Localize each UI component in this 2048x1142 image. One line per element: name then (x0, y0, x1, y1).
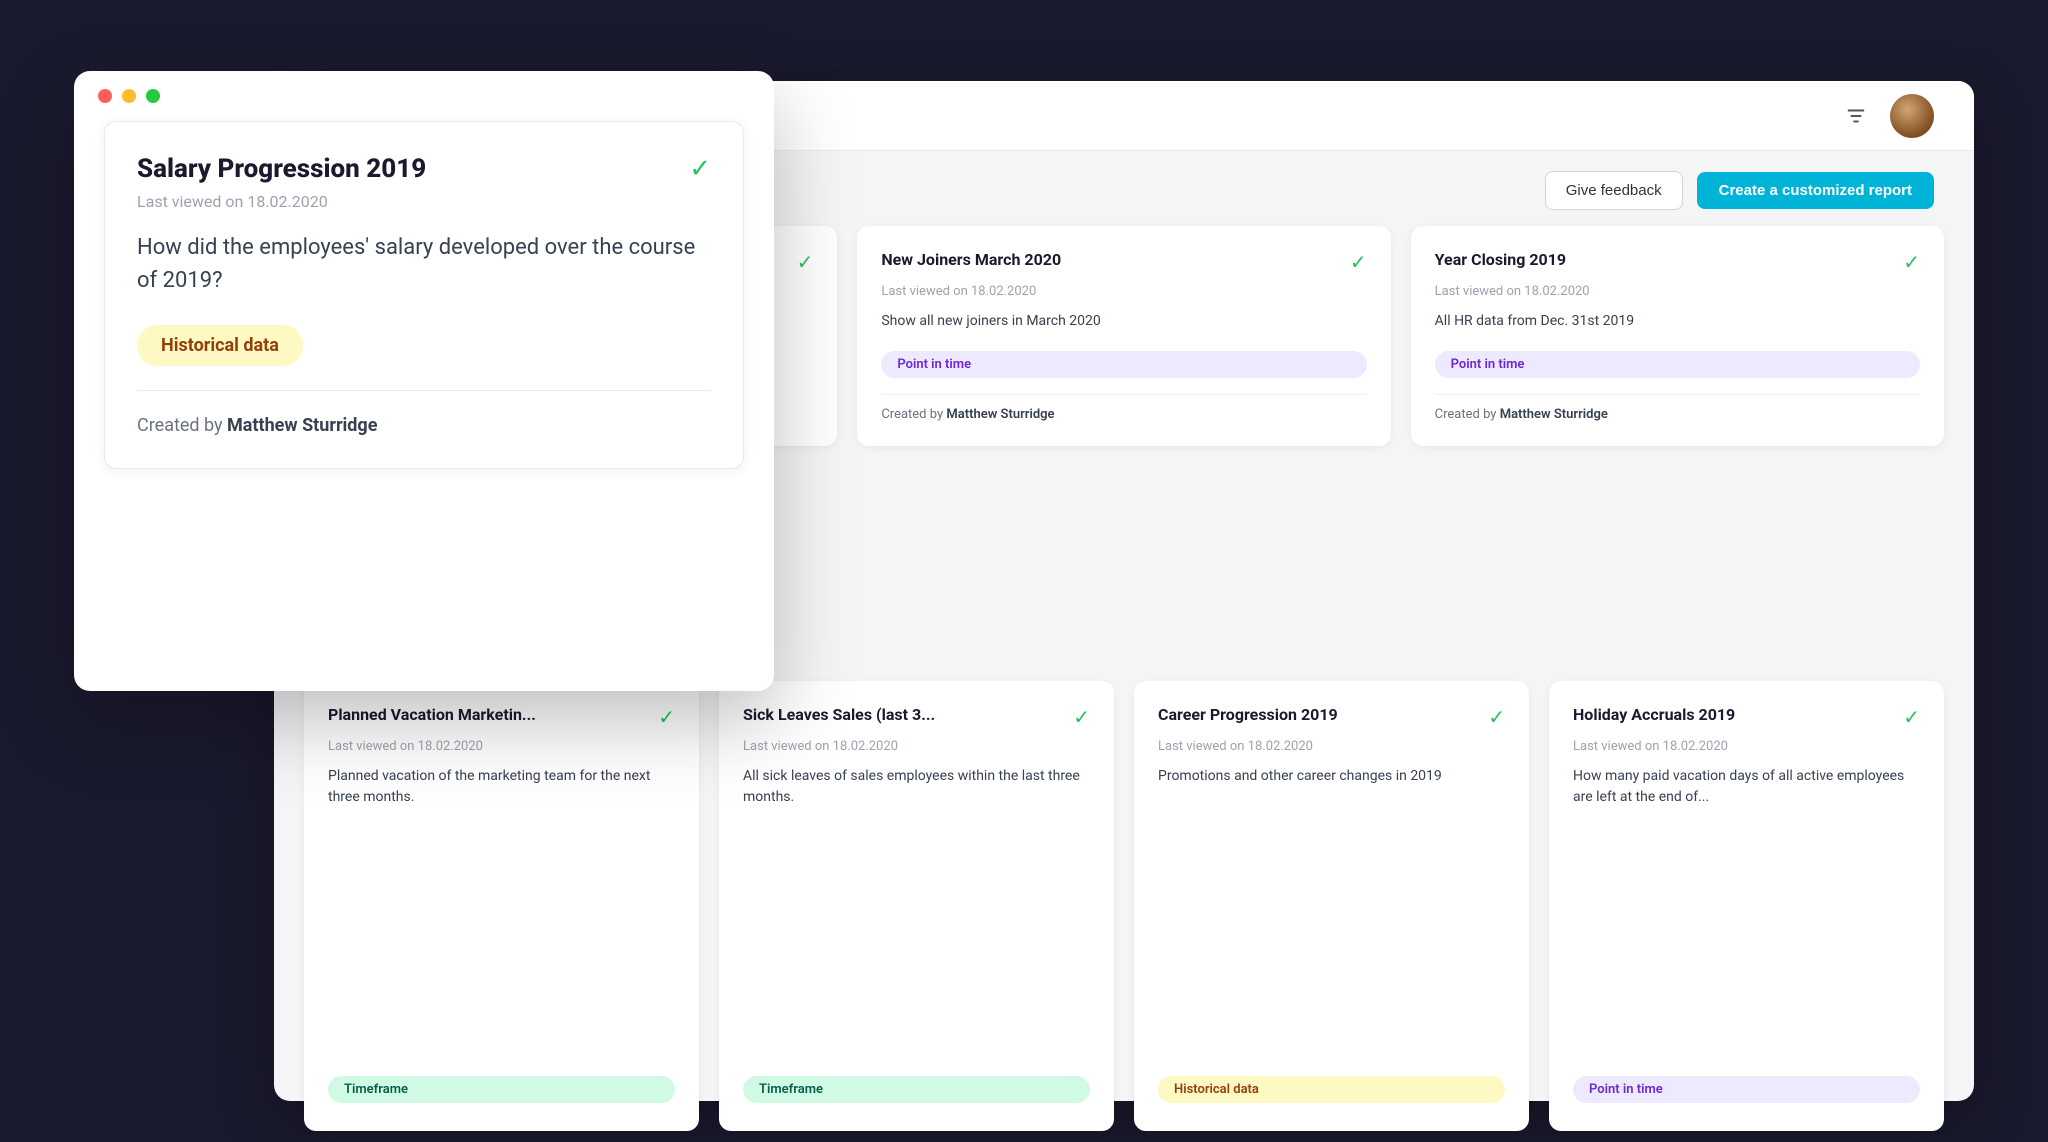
card-holiday-accruals[interactable]: Holiday Accruals 2019 ✓ Last viewed on 1… (1549, 681, 1944, 1131)
point-in-time-tag: Point in time (1573, 1076, 1920, 1103)
card-description: All sick leaves of sales employees withi… (743, 766, 1090, 1068)
point-in-time-tag: Point in time (1435, 351, 1920, 378)
card-date: Last viewed on 18.02.2020 (1573, 739, 1920, 754)
card-header: Year Closing 2019 ✓ (1435, 250, 1920, 274)
check-icon: ✓ (689, 154, 711, 184)
card-description: Show all new joiners in March 2020 (881, 311, 1366, 343)
card-header: Salary Progression 2019 ✓ (137, 154, 711, 184)
give-feedback-button[interactable]: Give feedback (1545, 171, 1683, 210)
historical-data-tag: Historical data (137, 325, 303, 366)
card-title: Salary Progression 2019 (137, 154, 426, 184)
card-title: Holiday Accruals 2019 (1573, 705, 1903, 726)
check-icon: ✓ (797, 250, 814, 274)
card-title: Planned Vacation Marketin... (328, 705, 658, 726)
card-date: Last viewed on 18.02.2020 (881, 284, 1366, 299)
card-divider (137, 390, 711, 391)
card-description: How did the employees' salary developed … (137, 231, 711, 297)
check-icon: ✓ (1073, 705, 1090, 729)
card-divider (881, 394, 1366, 395)
historical-data-tag: Historical data (1158, 1076, 1505, 1103)
card-creator: Created by Matthew Sturridge (137, 415, 711, 436)
check-icon: ✓ (1488, 705, 1505, 729)
card-date: Last viewed on 18.02.2020 (1435, 284, 1920, 299)
check-icon: ✓ (1350, 250, 1367, 274)
create-report-button[interactable]: Create a customized report (1697, 172, 1934, 209)
card-title: Career Progression 2019 (1158, 705, 1488, 726)
point-in-time-tag: Point in time (881, 351, 1366, 378)
card-description: How many paid vacation days of all activ… (1573, 766, 1920, 1068)
card-title: Year Closing 2019 (1435, 250, 1904, 271)
maximize-button[interactable] (146, 89, 160, 103)
card-description: All HR data from Dec. 31st 2019 (1435, 311, 1920, 343)
timeframe-tag: Timeframe (328, 1076, 675, 1103)
check-icon: ✓ (1903, 250, 1920, 274)
timeframe-tag: Timeframe (743, 1076, 1090, 1103)
card-date: Last viewed on 18.02.2020 (743, 739, 1090, 754)
minimize-button[interactable] (122, 89, 136, 103)
card-header: Planned Vacation Marketin... ✓ (328, 705, 675, 729)
card-header: Holiday Accruals 2019 ✓ (1573, 705, 1920, 729)
card-header: New Joiners March 2020 ✓ (881, 250, 1366, 274)
card-description: Planned vacation of the marketing team f… (328, 766, 675, 1068)
card-header: Career Progression 2019 ✓ (1158, 705, 1505, 729)
title-bar (74, 71, 774, 121)
card-creator: Created by Matthew Sturridge (881, 407, 1366, 422)
salary-progression-card[interactable]: Salary Progression 2019 ✓ Last viewed on… (104, 121, 744, 469)
card-date: Last viewed on 18.02.2020 (1158, 739, 1505, 754)
fg-card-content: Salary Progression 2019 ✓ Last viewed on… (104, 121, 744, 469)
card-divider (1435, 394, 1920, 395)
card-description: Promotions and other career changes in 2… (1158, 766, 1505, 1068)
cards-row2: Planned Vacation Marketin... ✓ Last view… (304, 681, 1944, 1131)
card-header: Sick Leaves Sales (last 3... ✓ (743, 705, 1090, 729)
close-button[interactable] (98, 89, 112, 103)
check-icon: ✓ (1903, 705, 1920, 729)
card-date: Last viewed on 18.02.2020 (137, 192, 711, 211)
check-icon: ✓ (658, 705, 675, 729)
card-creator: Created by Matthew Sturridge (1435, 407, 1920, 422)
card-date: Last viewed on 18.02.2020 (328, 739, 675, 754)
card-title: Sick Leaves Sales (last 3... (743, 705, 1073, 726)
foreground-window: Salary Progression 2019 ✓ Last viewed on… (74, 71, 774, 691)
card-title: New Joiners March 2020 (881, 250, 1350, 271)
card-year-closing[interactable]: Year Closing 2019 ✓ Last viewed on 18.02… (1411, 226, 1944, 446)
action-bar: Give feedback Create a customized report (1545, 171, 1934, 210)
card-career-progression[interactable]: Career Progression 2019 ✓ Last viewed on… (1134, 681, 1529, 1131)
filter-icon[interactable] (1842, 102, 1870, 130)
card-planned-vacation[interactable]: Planned Vacation Marketin... ✓ Last view… (304, 681, 699, 1131)
avatar[interactable] (1890, 94, 1934, 138)
card-sick-leaves[interactable]: Sick Leaves Sales (last 3... ✓ Last view… (719, 681, 1114, 1131)
card-new-joiners[interactable]: New Joiners March 2020 ✓ Last viewed on … (857, 226, 1390, 446)
